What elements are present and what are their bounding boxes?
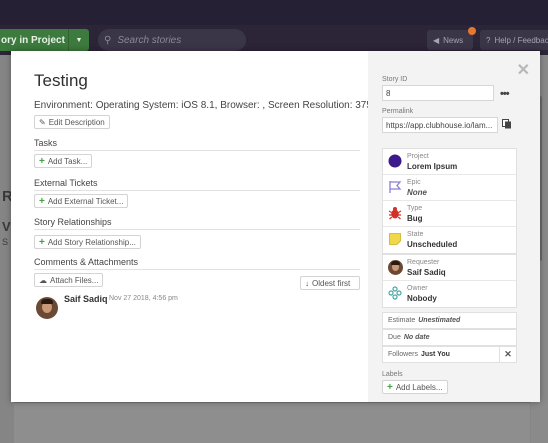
news-label: News [443,35,464,45]
requester-field[interactable]: Requester Saif Sadiq [383,255,516,281]
divider [34,269,360,270]
project-color-icon [388,154,402,168]
search-icon: ⚲ [104,34,112,46]
story-id-label: Story ID [382,76,408,83]
background-text-fragment: S [2,237,9,247]
story-title[interactable]: Testing [34,71,88,91]
news-button[interactable]: ◀ News [427,27,476,50]
state-field[interactable]: State Unscheduled [383,227,516,253]
sort-order-label: Oldest first [312,278,351,288]
search-placeholder: Search stories [117,34,182,46]
project-field[interactable]: Project Lorem Ipsum [383,149,516,175]
plus-icon: + [39,236,45,248]
app-topbar [0,0,548,25]
search-input[interactable]: ⚲ Search stories [98,29,246,51]
chevron-down-icon[interactable]: ▼ [68,29,89,51]
add-task-button[interactable]: + Add Task... [34,154,93,168]
type-field[interactable]: Type Bug [383,201,516,227]
avatar [36,297,58,319]
story-attributes-panel: Project Lorem Ipsum Epic None Type Bug S… [382,148,517,254]
add-story-relationship-label: Add Story Relationship... [47,237,136,247]
followers-field[interactable]: Followers Just You ✕ [382,346,517,363]
background-text-fragment: V [2,219,11,234]
help-label: Help / Feedback [494,35,548,45]
remove-follower-icon[interactable]: ✕ [499,347,516,362]
owner-value: Nobody [407,294,437,303]
story-sidebar: ✕ Story ID 8 ••• Permalink https://app.c… [368,51,540,402]
comments-heading: Comments & Attachments [34,257,139,267]
news-notification-dot [468,27,476,35]
type-label: Type [407,205,423,212]
help-icon: ? [486,35,491,45]
create-story-label: ory in Project [1,34,65,46]
attach-files-button[interactable]: ☁ Attach Files... [34,273,104,287]
project-label: Project [407,153,429,160]
megaphone-icon: ◀ [433,35,440,45]
add-external-ticket-button[interactable]: + Add External Ticket... [34,194,129,208]
estimate-label: Estimate [388,317,416,324]
external-tickets-heading: External Tickets [34,178,98,188]
edit-description-label: Edit Description [48,117,105,127]
requester-label: Requester [407,259,440,266]
permalink-field[interactable]: https://app.clubhouse.io/lam... [382,117,498,133]
sort-order-button[interactable]: ↓ Oldest first [300,276,360,290]
tasks-heading: Tasks [34,138,58,148]
people-panel: Requester Saif Sadiq Owner Nobody [382,254,517,308]
estimate-field[interactable]: Estimate Unestimated [382,312,517,329]
followers-label: Followers [388,351,418,358]
due-date-field[interactable]: Due No date [382,329,517,346]
comment-author[interactable]: Saif Sadiq [64,294,108,304]
epic-value: None [407,188,427,197]
avatar [388,260,403,275]
type-value: Bug [407,214,423,223]
pencil-icon: ✎ [39,117,46,127]
story-dialog: Testing Environment: Operating System: i… [11,51,540,402]
state-value: Unscheduled [407,240,458,249]
epic-field[interactable]: Epic None [383,175,516,201]
plus-icon: + [39,195,45,207]
background-card [14,402,530,443]
due-value: No date [403,334,430,341]
permalink-label: Permalink [382,108,414,115]
attach-files-label: Attach Files... [50,275,99,285]
estimate-value: Unestimated [418,317,461,324]
bug-icon [388,207,402,220]
divider [34,229,360,230]
epic-label: Epic [407,179,421,186]
story-id-field[interactable]: 8 [382,85,494,101]
story-relationships-heading: Story Relationships [34,217,112,227]
due-label: Due [388,334,401,341]
more-options-icon[interactable]: ••• [500,88,510,100]
cloud-upload-icon: ☁ [39,275,47,285]
requester-value: Saif Sadiq [407,268,446,277]
owner-label: Owner [407,285,428,292]
arrow-down-icon: ↓ [305,278,309,288]
comment-date: Nov 27 2018, 4:56 pm [109,295,178,302]
add-labels-label: Add Labels... [395,382,443,392]
owner-icon [388,286,402,300]
state-icon [389,233,401,245]
divider [34,190,360,191]
plus-icon: + [387,381,393,393]
add-task-label: Add Task... [47,156,88,166]
story-main-panel: Testing Environment: Operating System: i… [11,51,394,402]
divider [34,150,360,151]
plus-icon: + [39,155,45,167]
help-feedback-button[interactable]: ? Help / Feedback [480,30,548,50]
owner-field[interactable]: Owner Nobody [383,281,516,307]
clipboard-icon[interactable] [502,119,512,129]
state-label: State [407,231,424,238]
create-story-button[interactable]: ory in Project ▼ [0,29,89,51]
story-description[interactable]: Environment: Operating System: iOS 8.1, … [34,100,394,111]
edit-description-button[interactable]: ✎ Edit Description [34,115,110,129]
close-icon[interactable]: ✕ [517,60,530,80]
followers-value: Just You [420,351,450,358]
labels-label: Labels [382,371,403,378]
epic-icon [389,181,402,193]
add-external-ticket-label: Add External Ticket... [47,196,124,206]
add-story-relationship-button[interactable]: + Add Story Relationship... [34,235,141,249]
add-labels-button[interactable]: + Add Labels... [382,380,448,394]
project-value: Lorem Ipsum [407,162,458,171]
